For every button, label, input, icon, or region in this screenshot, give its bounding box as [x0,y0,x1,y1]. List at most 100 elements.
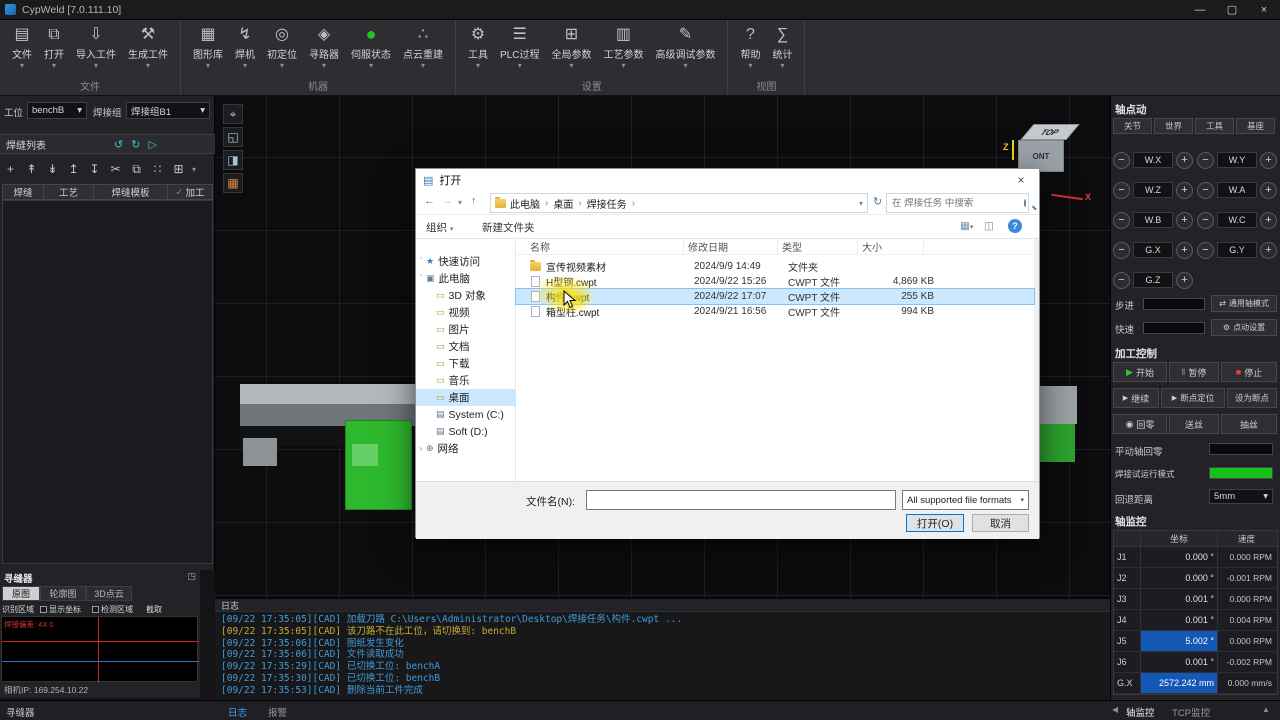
jog-settings-button[interactable]: ⚙点动设置 [1211,319,1277,336]
fast-slider[interactable] [1143,322,1205,334]
resume-button[interactable]: ▶继续 [1113,388,1159,408]
sidebar-item-system-c[interactable]: ▤System (C:) [416,406,516,423]
ribbon-item-initial-position[interactable]: ◎初定位▾ [262,23,302,70]
ribbon-item-process-params[interactable]: ▥工艺参数▾ [598,23,648,70]
jog-mode-world[interactable]: 世界 [1154,118,1193,134]
sidebar-item-documents[interactable]: ▭文档 [416,338,516,355]
universal-axis-mode-button[interactable]: ⇄通用轴模式 [1211,295,1277,312]
jog-plus-button[interactable]: + [1176,182,1193,199]
view-cube-top-face[interactable]: TOP [1020,124,1079,140]
dryrun-toggle[interactable] [1209,467,1273,479]
ribbon-item-open[interactable]: ⧉打开▾ [39,23,69,70]
sidebar-item-videos[interactable]: ▭视频 [416,304,516,321]
weld-group-select[interactable]: 焊接组B1▾ [126,102,210,119]
breadcrumb-weld-tasks[interactable]: 焊接任务 [587,196,627,211]
weld-table-body[interactable] [2,200,213,564]
jog-mode-base[interactable]: 基座 [1236,118,1275,134]
jog-minus-button[interactable]: − [1113,212,1130,229]
move-up-icon[interactable]: ↥ [63,162,84,176]
grid-icon[interactable]: ⊞ [168,162,189,176]
jog-mode-joint[interactable]: 关节 [1113,118,1152,134]
jog-minus-button[interactable]: − [1197,242,1214,259]
file-row-folder[interactable]: 宣传视频素材 2024/9/9 14:49 文件夹 [516,259,1034,274]
camera-view[interactable]: 焊接偏差: 4X 0 [1,616,198,682]
tab-tcp-monitor[interactable]: TCP监控 [1172,705,1210,719]
breakpoint-locate-button[interactable]: ▶断点定位 [1161,388,1225,408]
seam-finder-tab[interactable]: 寻缝器 [6,705,35,719]
jog-minus-button[interactable]: − [1197,212,1214,229]
cut-icon[interactable]: ✂ [105,162,126,176]
viewport-ortho-icon[interactable]: ▦ [223,173,243,193]
breadcrumb-desktop[interactable]: 桌面 [553,196,573,211]
column-machining[interactable]: ✓加工 [168,184,213,200]
home-button[interactable]: ◉回零 [1113,414,1167,434]
jog-plus-button[interactable]: + [1260,242,1277,259]
help-icon[interactable]: ? [1008,219,1022,233]
set-breakpoint-button[interactable]: 设为断点 [1227,388,1277,408]
chevron-down-icon[interactable]: ▾ [189,165,199,174]
new-folder-button[interactable]: 新建文件夹 [482,220,535,235]
search-box[interactable] [886,193,1029,213]
forward-icon[interactable]: → [442,195,453,207]
ribbon-item-graphics-library[interactable]: ▦图形库▾ [188,23,228,70]
up-icon[interactable]: ↑ [471,195,477,207]
step-slider[interactable] [1143,298,1205,310]
wire-feed-button[interactable]: 送丝 [1169,414,1219,434]
jog-plus-button[interactable]: + [1176,272,1193,289]
viewport-cube2-icon[interactable]: ◨ [223,150,243,170]
ribbon-item-import-workpiece[interactable]: ⇩导入工件▾ [71,23,121,70]
ribbon-item-pathfinder[interactable]: ◈寻路器▾ [304,23,344,70]
ribbon-item-generate-workpiece[interactable]: ⚒生成工件▾ [123,23,173,70]
move-down-icon[interactable]: ↧ [84,162,105,176]
viewport-cube1-icon[interactable]: ◱ [223,127,243,147]
refresh-icon[interactable]: ↻ [873,195,882,208]
jog-plus-button[interactable]: + [1260,182,1277,199]
preview-pane-icon[interactable]: ◫ [984,220,994,232]
jog-minus-button[interactable]: − [1197,182,1214,199]
cancel-button[interactable]: 取消 [972,514,1029,532]
jog-plus-button[interactable]: + [1260,212,1277,229]
breadcrumb-this-pc[interactable]: 此电脑 [510,196,540,211]
stop-button[interactable]: ■停止 [1221,362,1277,382]
jog-minus-button[interactable]: − [1113,152,1130,169]
chevron-down-icon[interactable]: ▾ [859,199,863,208]
sidebar-item-music[interactable]: ▭音乐 [416,372,516,389]
start-button[interactable]: ▶开始 [1113,362,1167,382]
column-date-modified[interactable]: 修改日期 [684,239,778,254]
option-recognition-area[interactable]: 识别区域 [2,604,34,615]
ribbon-item-pointcloud-rebuild[interactable]: ∴点云重建▾ [398,23,448,70]
tab-axis-monitor[interactable]: 轴监控 [1126,705,1155,719]
sidebar-item-desktop[interactable]: ▭桌面 [416,389,516,406]
view-mode-icon[interactable]: ▦▾ [960,220,973,232]
pause-button[interactable]: ‖暂停 [1169,362,1219,382]
sidebar-item-pictures[interactable]: ▭图片 [416,321,516,338]
play-icon[interactable]: ▷ [148,138,156,151]
expand-icon[interactable]: ◳ [187,571,196,582]
sidebar-item-soft-d[interactable]: ▤Soft (D:) [416,423,516,440]
ribbon-item-advanced-debug-params[interactable]: ✎高级调试参数▾ [650,23,720,70]
jog-minus-button[interactable]: − [1113,182,1130,199]
sidebar-item-downloads[interactable]: ▭下载 [416,355,516,372]
ribbon-item-global-params[interactable]: ⊞全局参数▾ [546,23,596,70]
column-process[interactable]: 工艺 [44,184,94,200]
tab-3d-pointcloud[interactable]: 3D点云 [86,586,132,601]
tab-contour-image[interactable]: 轮廓图 [40,586,86,601]
ribbon-item-file[interactable]: ▤文件▾ [7,23,37,70]
copy-icon[interactable]: ⧉ [126,162,147,177]
jog-mode-tool[interactable]: 工具 [1195,118,1234,134]
jog-plus-button[interactable]: + [1176,152,1193,169]
column-name[interactable]: 名称 [516,239,684,254]
jog-minus-button[interactable]: − [1113,272,1130,289]
tabs-prev-icon[interactable]: ◀ [1112,705,1118,714]
sidebar-item-this-pc[interactable]: ˇ▣此电脑 [416,270,516,287]
add-icon[interactable]: + [0,162,21,176]
column-size[interactable]: 大小 [858,239,924,254]
viewport-target-icon[interactable]: ⌖ [223,104,243,124]
sidebar-item-quick-access[interactable]: ˇ★快速访问 [416,253,516,270]
sidebar-item-network[interactable]: ›⊕网络 [416,440,516,457]
ribbon-item-plc-process[interactable]: ☰PLC过程▾ [495,23,544,70]
divider-icon[interactable]: ∷ [147,162,168,176]
wire-retract-button[interactable]: 抽丝 [1221,414,1277,434]
close-button[interactable]: × [1248,0,1280,19]
jog-minus-button[interactable]: − [1197,152,1214,169]
